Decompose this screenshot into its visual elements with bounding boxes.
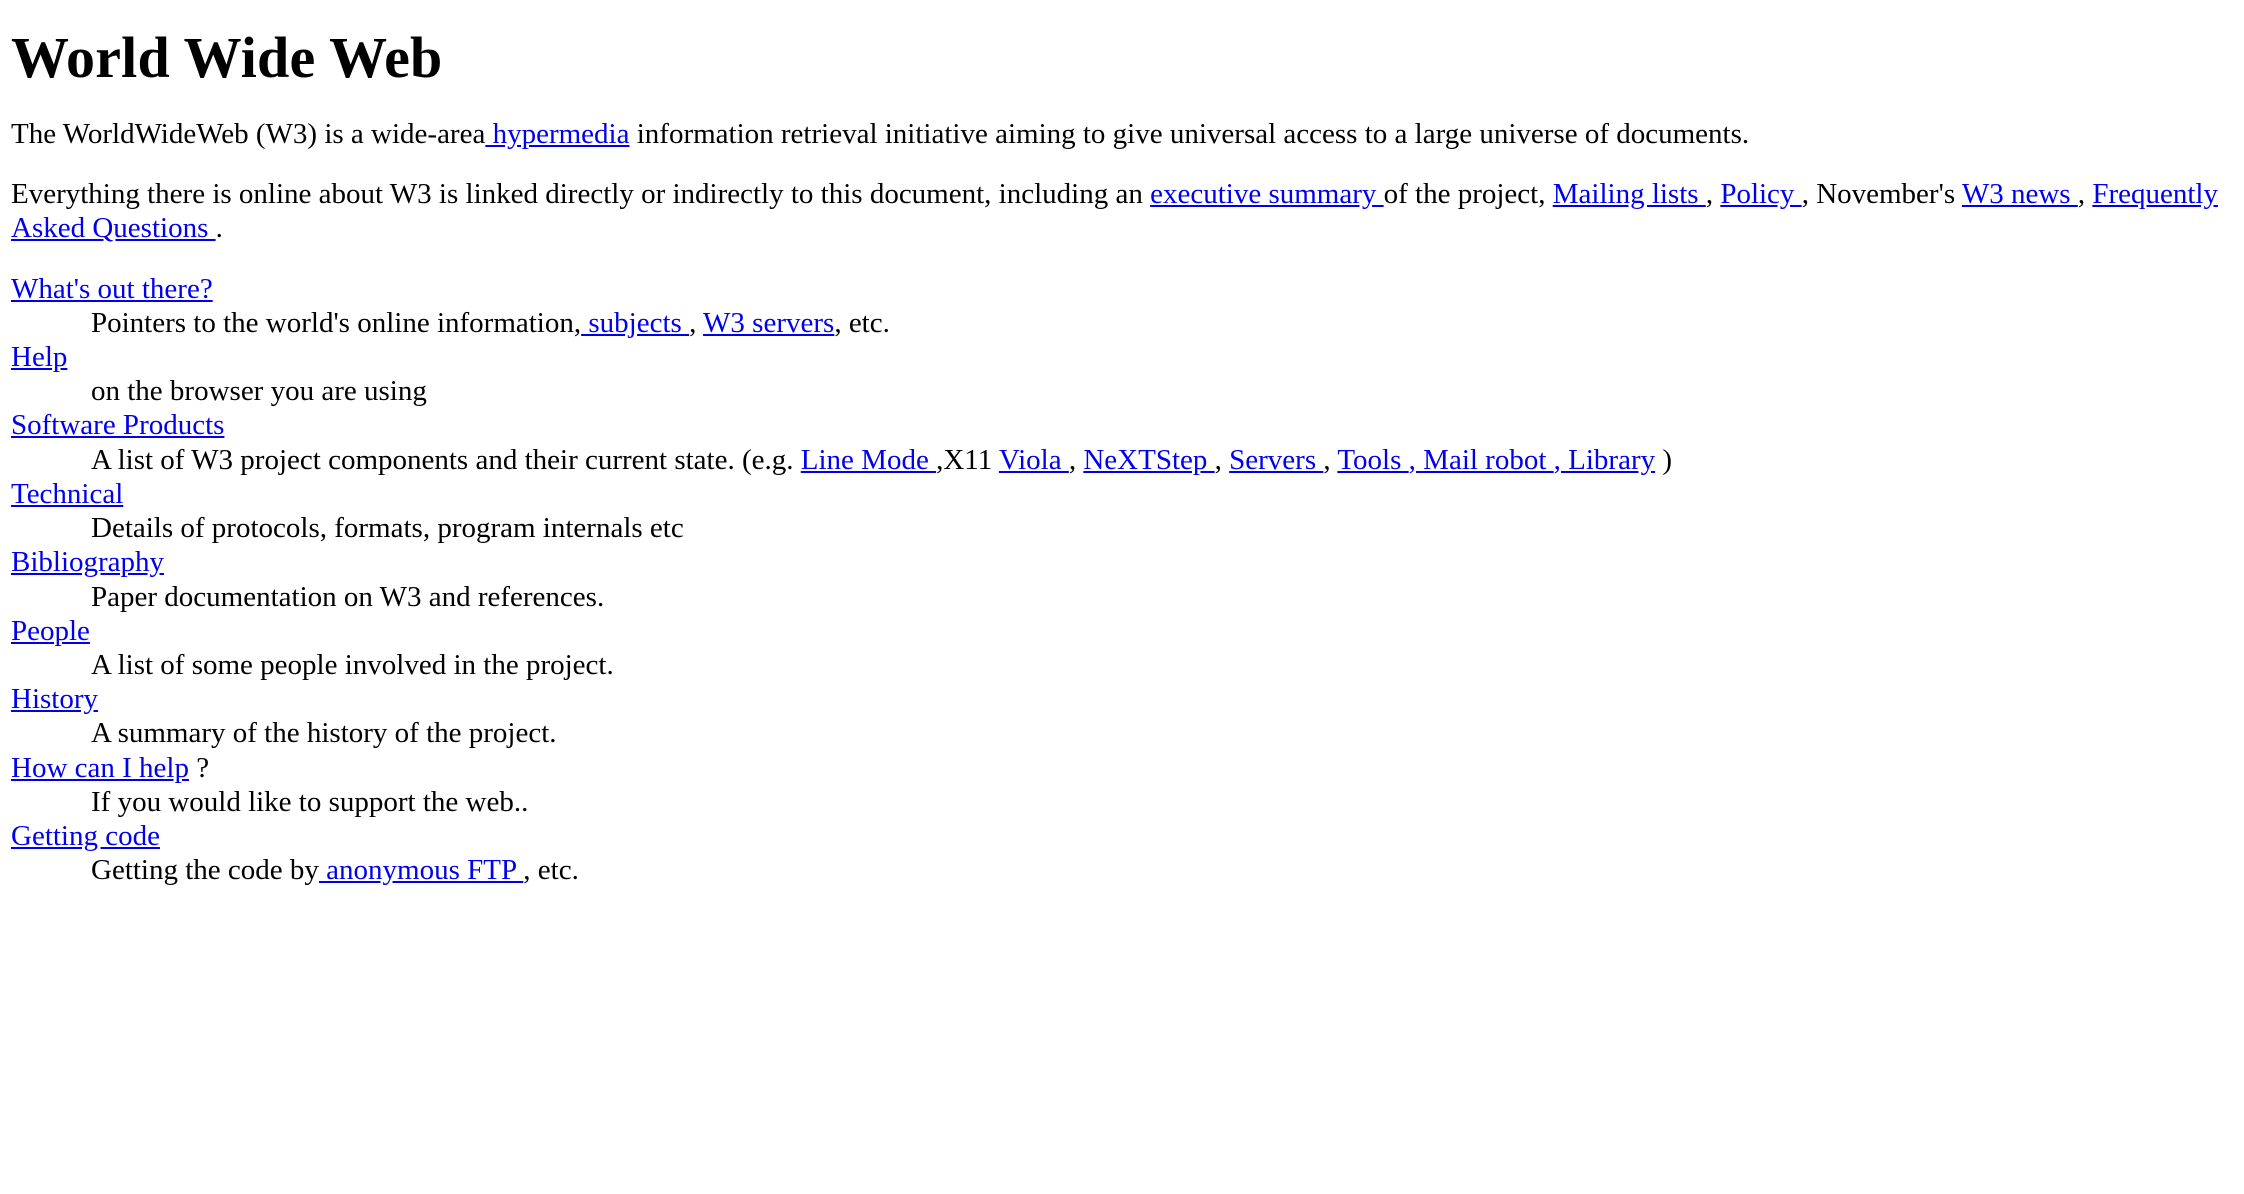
topic-description-0: Pointers to the world's online informati…: [91, 306, 2233, 340]
desc-link-2[interactable]: W3 servers: [703, 307, 834, 339]
desc-text-2: , etc.: [523, 854, 579, 887]
topic-term-8: Getting code: [11, 819, 2233, 853]
desc-text-1: Details of protocols, formats, program i…: [91, 512, 684, 545]
para2-segment-6: .: [215, 212, 223, 245]
topic-link[interactable]: People: [11, 615, 90, 647]
page-container: World Wide Web The WorldWideWeb (W3) is …: [0, 0, 2244, 887]
desc-text-1: A list of some people involved in the pr…: [91, 648, 614, 681]
para2-segment-1: Everything there is online about W3 is l…: [11, 178, 1151, 211]
topic-term-3: Technical: [11, 477, 2233, 511]
desc-link-7[interactable]: , Library: [1554, 444, 1655, 476]
para2-segment-5: ,: [2077, 178, 2093, 211]
desc-text-1: on the browser you are using: [91, 375, 427, 408]
para2-segment-4: , November's: [1801, 178, 1962, 211]
topic-description-3: Details of protocols, formats, program i…: [91, 511, 2233, 545]
mailing-lists-link[interactable]: Mailing lists: [1553, 178, 1706, 210]
desc-text-1: Pointers to the world's online informati…: [91, 306, 582, 339]
topic-link[interactable]: Technical: [11, 478, 123, 510]
desc-text-2: ,: [689, 306, 704, 339]
desc-link-1[interactable]: anonymous FTP: [319, 854, 523, 886]
page-title: World Wide Web: [11, 25, 443, 90]
para2-segment-2: of the project,: [1383, 178, 1553, 211]
desc-link-5[interactable]: Tools: [1337, 444, 1408, 476]
topic-link[interactable]: Getting code: [11, 820, 160, 852]
hypermedia-link[interactable]: hypermedia: [485, 118, 630, 150]
desc-link-1[interactable]: Line Mode: [801, 444, 936, 476]
desc-link-6[interactable]: , Mail robot: [1409, 444, 1554, 476]
topic-description-1: on the browser you are using: [91, 374, 2233, 408]
desc-link-3[interactable]: NeXTStep: [1083, 444, 1214, 476]
executive-summary-link[interactable]: executive summary: [1150, 178, 1384, 210]
desc-text-1: A summary of the history of the project.: [91, 717, 557, 750]
topic-link[interactable]: Bibliography: [11, 546, 164, 578]
topic-description-5: A list of some people involved in the pr…: [91, 648, 2233, 682]
intro-text-before-hypermedia: The WorldWideWeb (W3) is a wide-area: [11, 117, 486, 150]
topic-description-6: A summary of the history of the project.: [91, 716, 2233, 750]
intro-paragraph-1: The WorldWideWeb (W3) is a wide-area hyp…: [11, 117, 2233, 151]
desc-text-1: A list of W3 project components and thei…: [91, 443, 801, 476]
intro-paragraph-2: Everything there is online about W3 is l…: [11, 177, 2233, 245]
topic-description-7: If you would like to support the web..: [91, 785, 2233, 819]
para2-segment-3: ,: [1705, 178, 1721, 211]
desc-link-4[interactable]: Servers: [1229, 444, 1323, 476]
topic-term-6: History: [11, 682, 2233, 716]
topic-link[interactable]: Software Products: [11, 409, 224, 441]
topic-term-0: What's out there?: [11, 272, 2233, 306]
intro-text-after-hypermedia: information retrieval initiative aiming …: [629, 117, 1750, 150]
desc-text-1: Getting the code by: [91, 854, 319, 887]
topic-link[interactable]: How can I help: [11, 752, 189, 784]
topic-link[interactable]: What's out there?: [11, 273, 213, 305]
desc-link-1[interactable]: subjects: [581, 307, 689, 339]
desc-text-5: ,: [1323, 443, 1338, 476]
w3-news-link[interactable]: W3 news: [1962, 178, 2078, 210]
topic-link[interactable]: History: [11, 683, 98, 715]
desc-text-3: , etc.: [834, 306, 890, 339]
desc-text-3: ,: [1068, 443, 1084, 476]
topic-term-5: People: [11, 614, 2233, 648]
desc-text-2: ,X11: [936, 443, 999, 476]
topic-term-4: Bibliography: [11, 545, 2233, 579]
desc-text-8: ): [1655, 443, 1673, 476]
topic-term-1: Help: [11, 340, 2233, 374]
topic-term-7: How can I help ?: [11, 751, 2233, 785]
topic-description-4: Paper documentation on W3 and references…: [91, 580, 2233, 614]
policy-link[interactable]: Policy: [1720, 178, 1801, 210]
desc-text-1: If you would like to support the web..: [91, 785, 529, 818]
desc-link-2[interactable]: Viola: [999, 444, 1069, 476]
desc-text-4: ,: [1214, 443, 1230, 476]
topics-definition-list: What's out there? Pointers to the world'…: [11, 272, 2233, 888]
desc-text-1: Paper documentation on W3 and references…: [91, 580, 605, 613]
topic-link[interactable]: Help: [11, 341, 67, 373]
topic-description-2: A list of W3 project components and thei…: [91, 443, 2233, 477]
topic-description-8: Getting the code by anonymous FTP , etc.: [91, 853, 2233, 887]
topic-term-suffix: ?: [188, 751, 210, 784]
topic-term-2: Software Products: [11, 408, 2233, 442]
